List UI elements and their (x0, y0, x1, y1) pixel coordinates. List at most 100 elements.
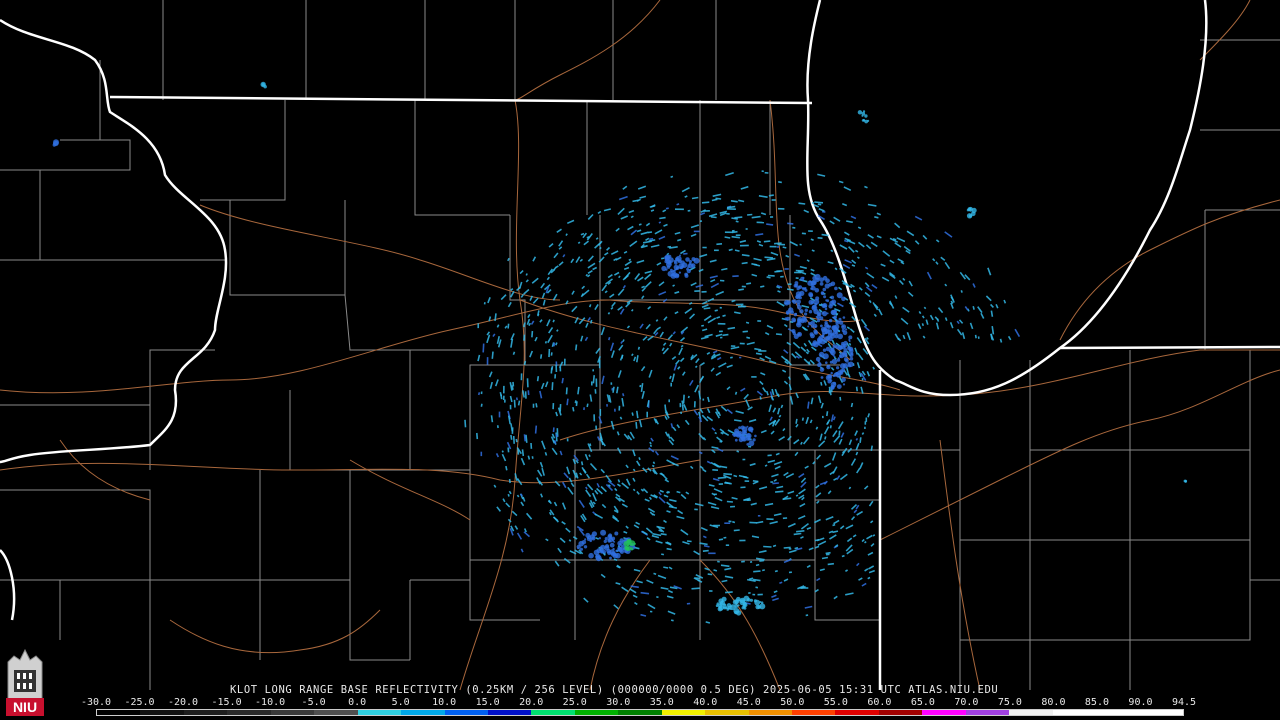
echo-cluster-cell (738, 430, 742, 435)
legend-value: -30.0 (80, 697, 112, 708)
echo-speck (618, 275, 621, 279)
echo-speck (555, 342, 558, 346)
echo-cluster-cell (666, 259, 671, 265)
legend-scale-labels: -30.0 -25.0 -20.0 -15.0 -10.0 -5.0 0.0 5.0 10.0 1… (81, 697, 1196, 709)
echo-cluster-cell (734, 610, 738, 615)
echo-speck (724, 236, 731, 239)
echo-speck (861, 432, 865, 435)
echo-speck (531, 330, 534, 338)
echo-speck (714, 431, 718, 435)
echo-speck (505, 465, 508, 471)
echo-cluster-cell (830, 371, 833, 375)
echo-speck (590, 319, 593, 324)
echo-cluster-cell (603, 539, 607, 544)
echo-speck (653, 572, 657, 576)
echo-speck (811, 201, 815, 205)
legend-swatch (227, 710, 271, 715)
echo-cluster-cell (717, 606, 723, 612)
echo-speck (631, 412, 634, 416)
echo-speck (640, 383, 644, 392)
echo-speck (656, 595, 659, 599)
echo-speck (733, 529, 740, 532)
echo-cluster-cell (809, 280, 812, 283)
echo-cluster-cell (862, 110, 866, 113)
echo-speck (575, 401, 578, 407)
echo-speck (732, 230, 738, 234)
echo-speck (755, 352, 762, 356)
echo-cluster-cell (612, 547, 615, 551)
echo-cluster-cell (841, 377, 846, 383)
echo-cluster-cell (829, 379, 833, 382)
echo-cluster-cell (595, 555, 602, 562)
echo-cluster-cell (836, 366, 840, 370)
echo-speck (972, 306, 975, 310)
echo-speck (763, 545, 772, 548)
legend-swatch (357, 710, 402, 715)
echo-cluster-cell (813, 323, 818, 329)
legend-value: 35.0 (649, 697, 674, 708)
echo-speck (716, 316, 721, 319)
echo-speck (565, 387, 568, 395)
echo-cluster-cell (740, 425, 745, 430)
echo-cluster-cell (836, 384, 842, 389)
echo-speck (841, 554, 845, 558)
echo-cluster-cell (799, 290, 805, 296)
echo-speck (630, 308, 634, 312)
echo-speck (650, 209, 655, 212)
echo-speck (722, 333, 729, 337)
echo-cluster-cell (53, 140, 59, 147)
echo-speck (577, 386, 580, 395)
echo-speck (753, 570, 761, 573)
echo-cluster-cell (804, 288, 808, 292)
echo-speck (734, 249, 740, 252)
echo-cluster-cell (814, 330, 818, 335)
echo-cluster-cell (808, 321, 812, 326)
echo-speck (669, 375, 672, 380)
legend-swatch (618, 710, 662, 715)
echo-cluster-cell (824, 321, 828, 325)
echo-speck (759, 396, 762, 400)
legend-swatch (792, 710, 836, 715)
echo-cluster-cell (759, 603, 766, 610)
echo-cluster-cell (834, 286, 838, 291)
echo-cluster-cell (833, 316, 837, 320)
echo-cluster-cell (824, 283, 830, 289)
echo-cluster-cell (838, 317, 842, 321)
echo-speck (523, 434, 526, 442)
echo-cluster-cell (836, 358, 841, 362)
echo-speck (780, 404, 784, 409)
echo-speck (622, 393, 625, 397)
echo-speck (990, 333, 993, 340)
echo-cluster-cell (835, 344, 840, 350)
echo-cluster-cell (602, 550, 606, 554)
echo-speck (774, 242, 782, 245)
echo-cluster-cell (840, 343, 846, 350)
echo-speck (512, 435, 515, 444)
echo-cluster-cell (591, 536, 596, 541)
echo-cluster-cell (809, 293, 814, 298)
echo-speck (720, 564, 730, 568)
echo-speck (525, 434, 528, 443)
echo-speck (622, 339, 625, 342)
legend-swatch (531, 710, 575, 715)
echo-speck (751, 215, 761, 219)
echo-cluster-cell (619, 549, 624, 554)
echo-cluster-cell (796, 299, 801, 305)
legend-swatch (401, 710, 445, 715)
legend-swatch (922, 710, 966, 715)
legend-value: 25.0 (562, 697, 587, 708)
echo-cluster-cell (715, 604, 719, 607)
echo-speck (730, 356, 733, 359)
echo-speck (577, 241, 581, 245)
echo-cluster-cell (825, 361, 828, 365)
echo-speck (621, 354, 624, 359)
echo-cluster-cell (822, 287, 827, 292)
echo-cluster-cell (842, 325, 845, 328)
echo-speck (691, 196, 699, 200)
echo-cluster-cell (791, 299, 795, 303)
echo-cluster-cell (822, 353, 829, 360)
echo-speck (649, 237, 654, 241)
echo-speck (592, 375, 595, 384)
echo-cluster-cell (968, 214, 973, 218)
echo-speck (856, 256, 860, 259)
